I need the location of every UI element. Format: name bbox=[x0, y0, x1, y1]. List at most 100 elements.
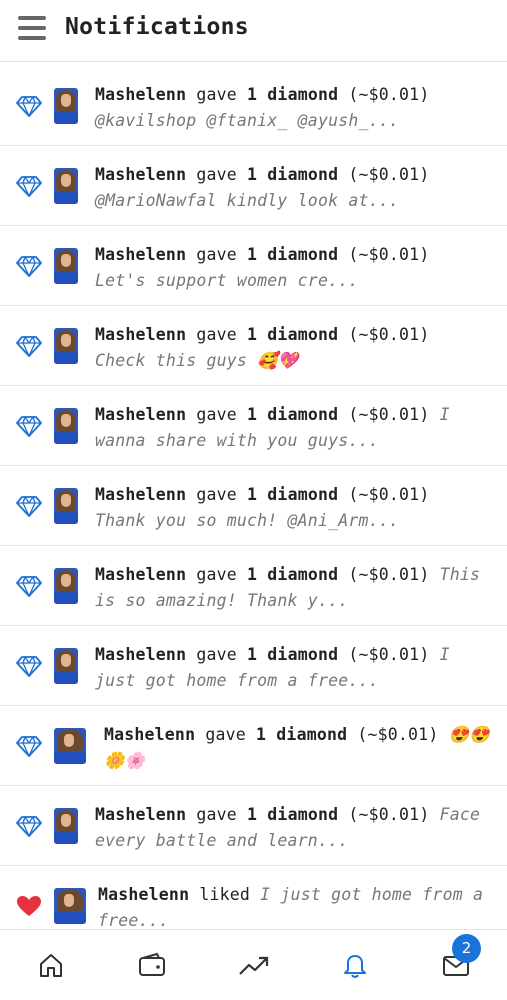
diamond-amount: 1 diamond bbox=[247, 645, 339, 664]
diamond-value: (~$0.01) bbox=[338, 565, 440, 584]
notification-verb: gave bbox=[186, 645, 248, 664]
notification-text: Mashelenn gave 1 diamond (~$0.01) I just… bbox=[95, 642, 490, 694]
avatar[interactable] bbox=[54, 888, 86, 924]
notification-list: Mashelenn gave 1 diamond (~$0.01) @kavil… bbox=[0, 66, 507, 946]
diamond-value: (~$0.01) bbox=[338, 245, 430, 264]
notification-item[interactable]: Mashelenn gave 1 diamond (~$0.01) This i… bbox=[0, 546, 507, 626]
diamond-icon bbox=[16, 495, 42, 517]
username[interactable]: Mashelenn bbox=[95, 165, 186, 184]
notification-verb: liked bbox=[189, 885, 261, 904]
notification-verb: gave bbox=[186, 805, 248, 824]
trending-nav-button[interactable] bbox=[238, 950, 269, 980]
username[interactable]: Mashelenn bbox=[95, 245, 186, 264]
notification-text: Mashelenn gave 1 diamond (~$0.01) I wann… bbox=[95, 402, 490, 454]
messages-badge: 2 bbox=[452, 934, 481, 963]
notification-text: Mashelenn liked I just got home from a f… bbox=[98, 882, 493, 934]
notification-text: Mashelenn gave 1 diamond (~$0.01) Let's … bbox=[95, 242, 490, 294]
post-snippet[interactable]: @MarioNawfal kindly look at... bbox=[95, 191, 399, 210]
notification-verb: gave bbox=[186, 85, 248, 104]
notification-item[interactable]: Mashelenn gave 1 diamond (~$0.01) Face e… bbox=[0, 786, 507, 866]
diamond-value: (~$0.01) bbox=[338, 325, 430, 344]
notification-text: Mashelenn gave 1 diamond (~$0.01) 😍😍🌼🌸 bbox=[104, 722, 499, 774]
notification-verb: gave bbox=[186, 325, 248, 344]
notification-verb: gave bbox=[186, 245, 248, 264]
username[interactable]: Mashelenn bbox=[98, 885, 189, 904]
diamond-icon bbox=[16, 655, 42, 677]
avatar[interactable] bbox=[54, 728, 86, 764]
diamond-icon bbox=[16, 175, 42, 197]
username[interactable]: Mashelenn bbox=[104, 725, 195, 744]
username[interactable]: Mashelenn bbox=[95, 325, 186, 344]
notification-verb: gave bbox=[186, 485, 248, 504]
notification-text: Mashelenn gave 1 diamond (~$0.01) Face e… bbox=[95, 802, 490, 854]
diamond-icon bbox=[16, 815, 42, 837]
diamond-icon bbox=[16, 335, 42, 357]
notification-item[interactable]: Mashelenn gave 1 diamond (~$0.01) @kavil… bbox=[0, 66, 507, 146]
app-header: Notifications bbox=[0, 0, 507, 62]
wallet-icon bbox=[139, 952, 165, 976]
avatar[interactable] bbox=[54, 328, 78, 364]
notifications-nav-button[interactable] bbox=[340, 950, 370, 980]
diamond-amount: 1 diamond bbox=[247, 805, 339, 824]
notification-text: Mashelenn gave 1 diamond (~$0.01) @Mario… bbox=[95, 162, 490, 214]
avatar[interactable] bbox=[54, 408, 78, 444]
diamond-value: (~$0.01) bbox=[338, 485, 430, 504]
diamond-amount: 1 diamond bbox=[247, 85, 339, 104]
avatar[interactable] bbox=[54, 168, 78, 204]
username[interactable]: Mashelenn bbox=[95, 805, 186, 824]
post-snippet[interactable]: Let's support women cre... bbox=[95, 271, 358, 290]
bottom-nav bbox=[0, 929, 507, 1000]
notification-verb: gave bbox=[186, 565, 248, 584]
home-icon bbox=[40, 954, 62, 977]
diamond-icon bbox=[16, 95, 42, 117]
hamburger-menu-icon[interactable] bbox=[18, 16, 46, 40]
post-snippet[interactable]: @kavilshop @ftanix_ @ayush_... bbox=[95, 111, 399, 130]
diamond-icon bbox=[16, 415, 42, 437]
post-snippet[interactable]: Thank you so much! @Ani_Arm... bbox=[95, 511, 399, 530]
bell-icon bbox=[344, 955, 366, 978]
username[interactable]: Mashelenn bbox=[95, 85, 186, 104]
notification-verb: gave bbox=[186, 165, 248, 184]
page-title: Notifications bbox=[65, 14, 249, 40]
notification-verb: gave bbox=[186, 405, 248, 424]
avatar[interactable] bbox=[54, 568, 78, 604]
trending-icon bbox=[239, 956, 269, 975]
avatar[interactable] bbox=[54, 648, 78, 684]
notification-text: Mashelenn gave 1 diamond (~$0.01) This i… bbox=[95, 562, 490, 614]
diamond-icon bbox=[16, 255, 42, 277]
notification-text: Mashelenn gave 1 diamond (~$0.01) @kavil… bbox=[95, 82, 490, 134]
notification-item[interactable]: Mashelenn gave 1 diamond (~$0.01) Check … bbox=[0, 306, 507, 386]
avatar[interactable] bbox=[54, 808, 78, 844]
heart-icon bbox=[16, 895, 42, 917]
diamond-amount: 1 diamond bbox=[247, 245, 339, 264]
username[interactable]: Mashelenn bbox=[95, 565, 186, 584]
notification-verb: gave bbox=[195, 725, 257, 744]
avatar[interactable] bbox=[54, 88, 78, 124]
avatar[interactable] bbox=[54, 488, 78, 524]
notification-item[interactable]: Mashelenn gave 1 diamond (~$0.01) @Mario… bbox=[0, 146, 507, 226]
notification-item[interactable]: Mashelenn gave 1 diamond (~$0.01) 😍😍🌼🌸 bbox=[0, 706, 507, 786]
username[interactable]: Mashelenn bbox=[95, 485, 186, 504]
home-nav-button[interactable] bbox=[36, 950, 66, 980]
avatar[interactable] bbox=[54, 248, 78, 284]
diamond-amount: 1 diamond bbox=[256, 725, 348, 744]
diamond-amount: 1 diamond bbox=[247, 325, 339, 344]
diamond-value: (~$0.01) bbox=[338, 645, 440, 664]
notification-item[interactable]: Mashelenn gave 1 diamond (~$0.01) I just… bbox=[0, 626, 507, 706]
diamond-icon bbox=[16, 735, 42, 757]
notification-item[interactable]: Mashelenn gave 1 diamond (~$0.01) Let's … bbox=[0, 226, 507, 306]
diamond-value: (~$0.01) bbox=[338, 805, 440, 824]
notification-item[interactable]: Mashelenn gave 1 diamond (~$0.01) Thank … bbox=[0, 466, 507, 546]
notification-text: Mashelenn gave 1 diamond (~$0.01) Thank … bbox=[95, 482, 490, 534]
diamond-amount: 1 diamond bbox=[247, 405, 339, 424]
notification-text: Mashelenn gave 1 diamond (~$0.01) Check … bbox=[95, 322, 490, 374]
diamond-value: (~$0.01) bbox=[338, 405, 440, 424]
wallet-nav-button[interactable] bbox=[137, 950, 167, 980]
username[interactable]: Mashelenn bbox=[95, 645, 186, 664]
username[interactable]: Mashelenn bbox=[95, 405, 186, 424]
post-snippet[interactable]: Check this guys 🥰💖 bbox=[95, 351, 299, 370]
diamond-amount: 1 diamond bbox=[247, 565, 339, 584]
diamond-value: (~$0.01) bbox=[338, 165, 430, 184]
notification-item[interactable]: Mashelenn gave 1 diamond (~$0.01) I wann… bbox=[0, 386, 507, 466]
diamond-icon bbox=[16, 575, 42, 597]
